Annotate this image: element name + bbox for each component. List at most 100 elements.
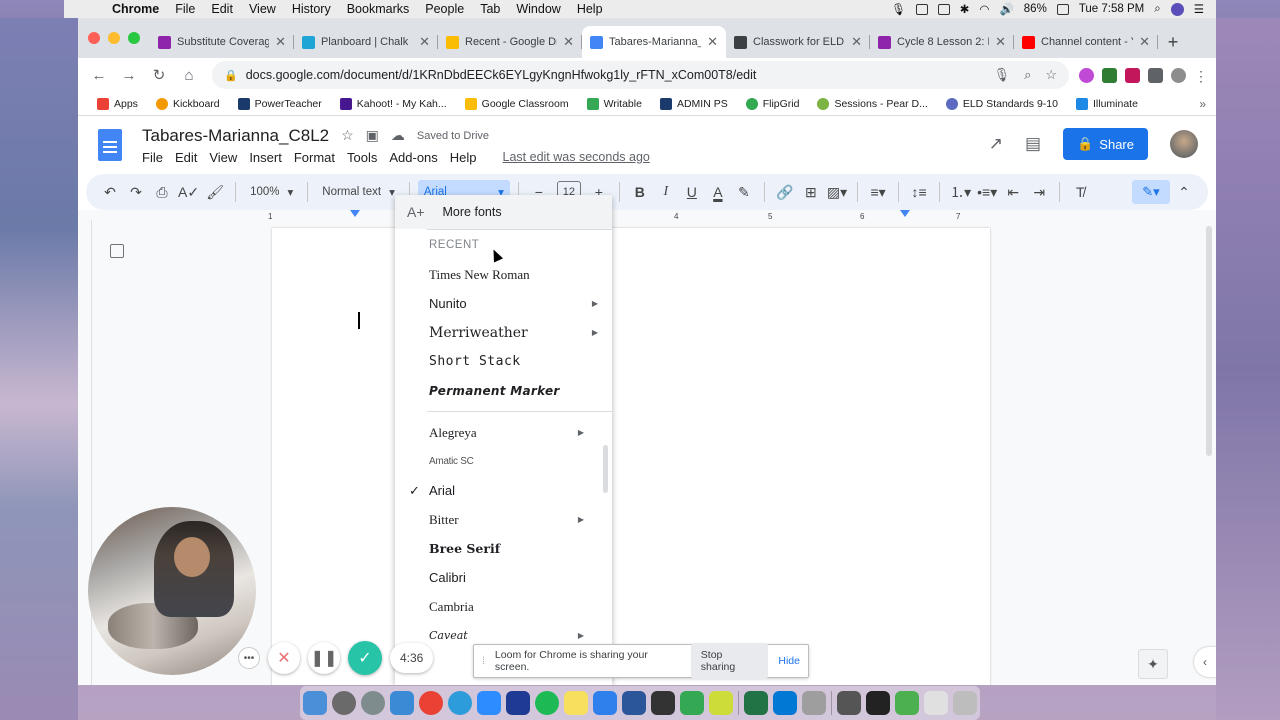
- paint-format-icon[interactable]: 🖌: [203, 179, 227, 205]
- drag-handle-icon[interactable]: ⁞: [482, 655, 485, 667]
- app-icon[interactable]: [802, 691, 826, 715]
- screen-record-icon[interactable]: [915, 3, 928, 15]
- app-icon[interactable]: [593, 691, 617, 715]
- menubar-people[interactable]: People: [417, 2, 472, 16]
- user-avatar[interactable]: [1170, 130, 1198, 158]
- font-item-calibri[interactable]: Calibri: [395, 563, 612, 592]
- pause-recording-button[interactable]: ❚❚: [308, 642, 340, 674]
- docs-menu-tools[interactable]: Tools: [341, 150, 383, 165]
- trash-icon[interactable]: [953, 691, 977, 715]
- bookmark-kahoot[interactable]: Kahoot! - My Kah...: [331, 97, 456, 110]
- tab-substitute-coverage[interactable]: Substitute Coverage ✕: [150, 26, 294, 58]
- close-tab-icon[interactable]: ✕: [995, 34, 1006, 50]
- close-tab-icon[interactable]: ✕: [419, 34, 430, 50]
- extension-icon[interactable]: [1125, 67, 1140, 83]
- bookmark-star-icon[interactable]: ☆: [1045, 67, 1057, 83]
- font-item-merriweather[interactable]: Merriweather ▶: [395, 318, 612, 347]
- tab-cycle8[interactable]: Cycle 8 Lesson 2: F ✕: [870, 26, 1014, 58]
- clear-formatting-icon[interactable]: T̸: [1068, 179, 1092, 205]
- share-button[interactable]: 🔒 Share: [1063, 128, 1148, 160]
- tab-current-doc[interactable]: Tabares-Marianna_C8L2 ✕: [582, 26, 726, 58]
- launchpad-icon[interactable]: [361, 691, 385, 715]
- cancel-recording-button[interactable]: ✕: [268, 642, 300, 674]
- last-edit-link[interactable]: Last edit was seconds ago: [497, 150, 656, 164]
- side-panel-toggle[interactable]: ‹: [1194, 647, 1216, 677]
- siri-icon[interactable]: [1170, 2, 1184, 16]
- spotify-icon[interactable]: [535, 691, 559, 715]
- bookmark-illuminate[interactable]: Illuminate: [1067, 97, 1147, 110]
- menubar-window[interactable]: Window: [508, 2, 568, 16]
- app-icon[interactable]: [924, 691, 948, 715]
- docs-menu-edit[interactable]: Edit: [169, 150, 203, 165]
- menubar-history[interactable]: History: [284, 2, 339, 16]
- stop-sharing-button[interactable]: Stop sharing: [690, 643, 769, 679]
- home-icon[interactable]: ⌂: [176, 62, 202, 88]
- tab-youtube[interactable]: Channel content - YouTube ✕: [1014, 26, 1158, 58]
- menubar-file[interactable]: File: [167, 2, 203, 16]
- bookmark-eld-standards[interactable]: ELD Standards 9-10: [937, 97, 1067, 110]
- undo-icon[interactable]: ↶: [98, 179, 122, 205]
- bookmarks-overflow-icon[interactable]: »: [1199, 97, 1206, 111]
- link-icon[interactable]: 🔗: [773, 179, 797, 205]
- cloud-saved-icon[interactable]: ☁: [391, 127, 405, 144]
- outlook-icon[interactable]: [773, 691, 797, 715]
- close-tab-icon[interactable]: ✕: [1139, 34, 1150, 50]
- close-tab-icon[interactable]: ✕: [707, 34, 718, 50]
- font-item-permanent-marker[interactable]: Permanent Marker: [395, 376, 612, 405]
- chrome-menu-icon[interactable]: ⋮: [1194, 68, 1208, 84]
- app-store-icon[interactable]: [390, 691, 414, 715]
- add-comment-icon[interactable]: ⊞: [799, 179, 823, 205]
- menubar-app-name[interactable]: Chrome: [104, 2, 167, 16]
- font-item-nunito[interactable]: Nunito ▶: [395, 289, 612, 318]
- redo-icon[interactable]: ↷: [124, 179, 148, 205]
- style-select[interactable]: Normal text ▾: [316, 185, 401, 199]
- volume-icon[interactable]: 🔊: [999, 2, 1013, 16]
- finish-recording-button[interactable]: ✓: [348, 641, 382, 675]
- zoom-icon[interactable]: ⌕: [1024, 67, 1031, 83]
- vertical-ruler[interactable]: [78, 220, 92, 685]
- microphone-icon[interactable]: 🎙: [891, 2, 906, 16]
- explore-icon[interactable]: ✦: [1138, 649, 1168, 679]
- google-drive-icon[interactable]: [680, 691, 704, 715]
- zoom-app-icon[interactable]: [477, 691, 501, 715]
- notes-icon[interactable]: [564, 691, 588, 715]
- spotlight-icon[interactable]: ⌕: [1154, 3, 1160, 16]
- tab-google-drive[interactable]: Recent - Google Drive ✕: [438, 26, 582, 58]
- bluetooth-icon[interactable]: ✱: [960, 2, 970, 16]
- app-icon[interactable]: [506, 691, 530, 715]
- more-options-icon[interactable]: •••: [238, 647, 260, 669]
- extension-icon[interactable]: [1079, 67, 1094, 83]
- battery-icon[interactable]: [1056, 3, 1069, 15]
- editing-mode-select[interactable]: ✎▾: [1132, 180, 1170, 204]
- font-item-times-new-roman[interactable]: Times New Roman: [395, 260, 612, 289]
- font-item-bitter[interactable]: Bitter ▶: [395, 505, 612, 534]
- docs-menu-addons[interactable]: Add-ons: [383, 150, 443, 165]
- align-icon[interactable]: ≡▾: [866, 179, 890, 205]
- docs-menu-file[interactable]: File: [142, 150, 169, 165]
- url-bar[interactable]: 🔒 docs.google.com/document/d/1KRnDbdEECk…: [212, 61, 1069, 89]
- activity-trend-icon[interactable]: ↗: [989, 134, 1003, 154]
- right-indent-marker[interactable]: [900, 210, 910, 217]
- highlight-icon[interactable]: ✎: [732, 179, 756, 205]
- profile-avatar[interactable]: [1171, 67, 1186, 83]
- font-item-cambria[interactable]: Cambria: [395, 592, 612, 621]
- font-item-short-stack[interactable]: Short Stack: [395, 347, 612, 376]
- bookmark-google-classroom[interactable]: Google Classroom: [456, 97, 578, 110]
- insert-image-icon[interactable]: ▨▾: [825, 179, 849, 205]
- comment-icon[interactable]: ▤: [1025, 134, 1041, 154]
- font-menu-scrollbar[interactable]: [603, 445, 608, 493]
- bookmark-apps[interactable]: Apps: [88, 97, 147, 110]
- bookmark-powerteacher[interactable]: PowerTeacher: [229, 97, 331, 110]
- forward-icon[interactable]: →: [116, 62, 142, 88]
- mic-search-icon[interactable]: 🎙: [994, 67, 1011, 83]
- chrome-icon[interactable]: [419, 691, 443, 715]
- increase-indent-icon[interactable]: ⇥: [1027, 179, 1051, 205]
- activity-monitor-icon[interactable]: [651, 691, 675, 715]
- docs-logo-icon[interactable]: [98, 129, 122, 161]
- docs-menu-help[interactable]: Help: [444, 150, 483, 165]
- collapse-menus-icon[interactable]: ⌃: [1172, 179, 1196, 205]
- bookmark-admin-ps[interactable]: ADMIN PS: [651, 97, 737, 110]
- menubar-tab[interactable]: Tab: [472, 2, 508, 16]
- italic-icon[interactable]: I: [654, 179, 678, 205]
- back-icon[interactable]: ←: [86, 62, 112, 88]
